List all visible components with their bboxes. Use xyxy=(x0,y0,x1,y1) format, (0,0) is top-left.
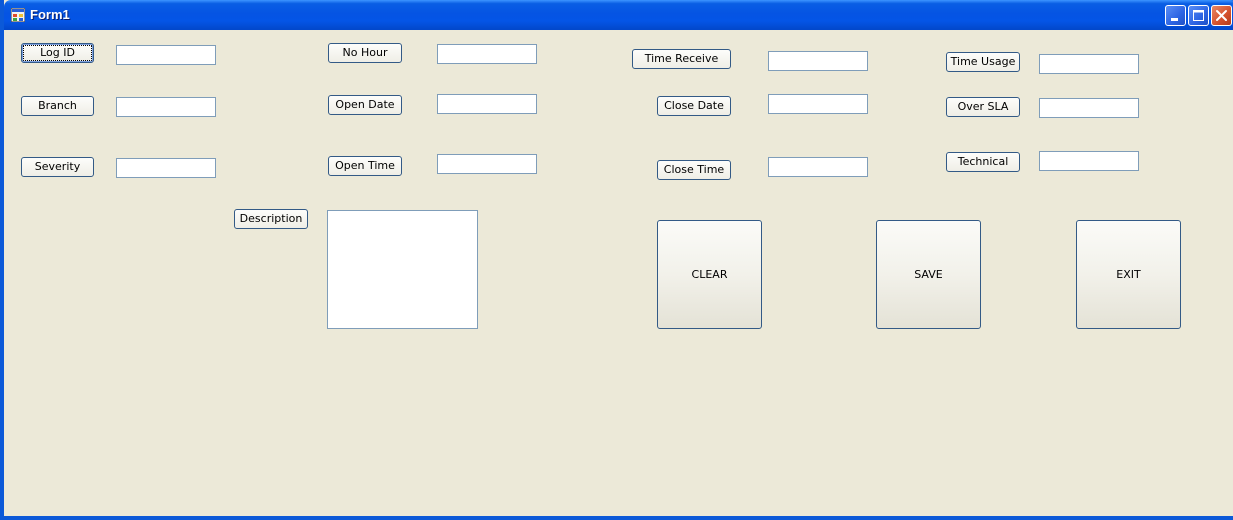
description-label[interactable]: Description xyxy=(234,209,308,229)
over-sla-label[interactable]: Over SLA xyxy=(946,97,1020,117)
log-id-input[interactable] xyxy=(116,45,216,65)
maximize-icon xyxy=(1193,10,1204,21)
minimize-button[interactable] xyxy=(1165,5,1186,26)
over-sla-input[interactable] xyxy=(1039,98,1139,118)
close-date-label[interactable]: Close Date xyxy=(657,96,731,116)
technical-input[interactable] xyxy=(1039,151,1139,171)
no-hour-label[interactable]: No Hour xyxy=(328,43,402,63)
time-receive-input[interactable] xyxy=(768,51,868,71)
form1-window: Form1 Log ID Branch Severity Description xyxy=(0,0,1233,520)
save-button[interactable]: SAVE xyxy=(876,220,981,329)
close-date-input[interactable] xyxy=(768,94,868,114)
close-button[interactable] xyxy=(1211,5,1232,26)
window-title: Form1 xyxy=(30,7,70,22)
branch-input[interactable] xyxy=(116,97,216,117)
exit-button[interactable]: EXIT xyxy=(1076,220,1181,329)
no-hour-input[interactable] xyxy=(437,44,537,64)
severity-label[interactable]: Severity xyxy=(21,157,94,177)
severity-input[interactable] xyxy=(116,158,216,178)
description-textarea[interactable] xyxy=(327,210,478,329)
form-app-icon xyxy=(11,8,25,22)
form-client-area: Log ID Branch Severity Description No Ho… xyxy=(8,30,1233,516)
clear-button[interactable]: CLEAR xyxy=(657,220,762,329)
title-bar[interactable]: Form1 xyxy=(4,0,1233,30)
technical-label[interactable]: Technical xyxy=(946,152,1020,172)
open-time-input[interactable] xyxy=(437,154,537,174)
branch-label[interactable]: Branch xyxy=(21,96,94,116)
close-time-input[interactable] xyxy=(768,157,868,177)
time-usage-input[interactable] xyxy=(1039,54,1139,74)
log-id-label[interactable]: Log ID xyxy=(21,43,94,63)
minimize-icon xyxy=(1171,18,1178,21)
close-time-label[interactable]: Close Time xyxy=(657,160,731,180)
maximize-button[interactable] xyxy=(1188,5,1209,26)
time-receive-label[interactable]: Time Receive xyxy=(632,49,731,69)
open-date-input[interactable] xyxy=(437,94,537,114)
open-date-label[interactable]: Open Date xyxy=(328,95,402,115)
close-icon xyxy=(1216,10,1227,21)
time-usage-label[interactable]: Time Usage xyxy=(946,52,1020,72)
open-time-label[interactable]: Open Time xyxy=(328,156,402,176)
